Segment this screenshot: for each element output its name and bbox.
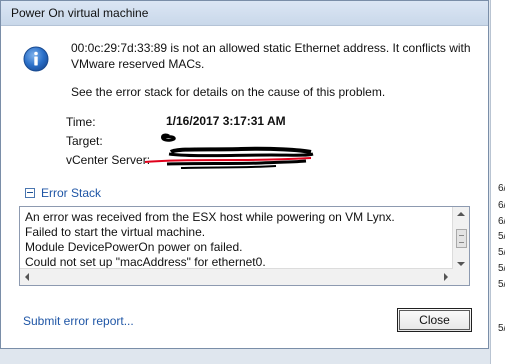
background-text: 5/ [498,247,505,258]
error-stack-box[interactable]: An error was received from the ESX host … [19,206,470,286]
time-label: Time: [66,115,96,129]
background-text: 5/ [498,263,505,274]
error-hint: See the error stack for details on the c… [71,85,386,99]
background-text: 5/ [498,323,505,334]
window-title: Power On virtual machine [11,6,149,20]
horizontal-scrollbar[interactable] [20,268,453,285]
scroll-down-icon[interactable] [457,262,465,266]
background-text: 6/ [498,200,505,211]
submit-error-report-link[interactable]: Submit error report... [23,314,134,328]
background-text: 5/ [498,279,505,290]
error-stack-header: Error Stack [41,186,102,200]
error-dialog: Power On virtual machine 00:0c:29:7d:33:… [0,0,489,349]
target-label: Target: [66,134,103,148]
error-stack-text: An error was received from the ESX host … [25,210,445,270]
error-stack-line: Failed to start the virtual machine. [25,225,206,239]
background-window: 6/ 6/ 6/ 5/ 5/ 5/ 5/ 5/ [490,0,505,364]
scroll-up-icon[interactable] [457,212,465,216]
scroll-thumb[interactable] [456,229,467,248]
collapse-icon [25,188,35,198]
background-text: 5/ [498,231,505,242]
error-stack-line: An error was received from the ESX host … [25,210,395,224]
scroll-left-icon[interactable] [25,273,29,281]
error-message: 00:0c:29:7d:33:89 is not an allowed stat… [71,41,471,71]
scrollbar-corner [453,269,469,285]
error-stack-line: Module DevicePowerOn power on failed. [25,240,243,254]
close-button[interactable]: Close [397,308,472,332]
vcenter-label: vCenter Server: [66,153,151,167]
redaction-scribble [144,133,314,169]
background-text: 6/ [498,216,505,227]
dialog-content: 00:0c:29:7d:33:89 is not an allowed stat… [1,26,488,348]
error-stack-toggle[interactable]: Error Stack [25,186,101,200]
info-icon [23,46,49,72]
scroll-right-icon[interactable] [444,273,448,281]
vertical-scrollbar[interactable] [452,207,469,271]
title-bar[interactable]: Power On virtual machine [1,1,488,26]
background-text: 6/ [498,183,505,194]
time-value: 1/16/2017 3:17:31 AM [166,114,286,128]
